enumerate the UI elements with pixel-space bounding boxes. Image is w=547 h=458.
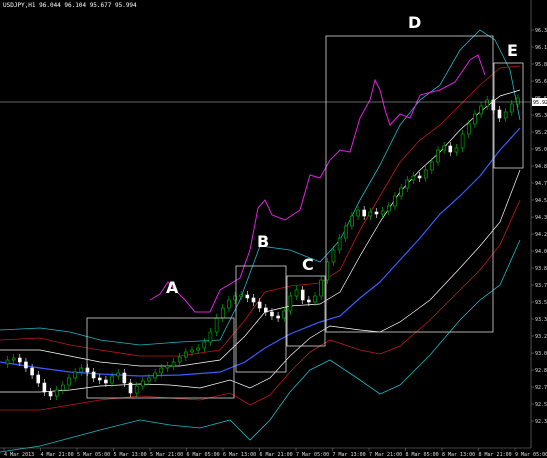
price-tick-label: 92.395 — [535, 419, 547, 425]
price-tick-label: 94.210 — [535, 232, 547, 238]
price-tick-label: 93.220 — [535, 334, 547, 340]
price-tick-label: 92.725 — [535, 385, 547, 391]
current-price-label: 95.924 — [533, 100, 547, 106]
time-tick-label: 5 Mar 05:00 — [77, 452, 110, 458]
price-tick-label: 93.715 — [535, 283, 547, 289]
time-tick-label: 5 Mar 21:00 — [150, 452, 183, 458]
annotation-label-b: B — [257, 232, 269, 251]
price-tick-label: 93.055 — [535, 351, 547, 357]
price-tick-label: 96.190 — [535, 45, 547, 51]
price-tick-label: 95.695 — [535, 79, 547, 85]
price-tick-label: 93.550 — [535, 300, 547, 306]
annotation-label-a: A — [166, 278, 179, 297]
time-tick-label: 6 Mar 13:00 — [223, 452, 256, 458]
annotation-label-d: D — [408, 13, 421, 32]
time-tick-label: 9 Mar 05:00 — [515, 452, 547, 458]
price-chart[interactable]: ABCDE 96.35596.19095.86095.69595.53095.3… — [0, 0, 547, 458]
time-tick-label: 7 Mar 05:00 — [296, 452, 329, 458]
price-tick-label: 95.860 — [535, 62, 547, 68]
time-tick-label: 7 Mar 13:00 — [333, 452, 366, 458]
price-tick-label: 94.705 — [535, 181, 547, 187]
price-tick-label: 92.560 — [535, 402, 547, 408]
time-tick-label: 6 Mar 21:00 — [260, 452, 293, 458]
annotation-label-e: E — [507, 41, 518, 60]
time-tick-label: 8 Mar 21:00 — [479, 452, 512, 458]
annotation-label-c: C — [302, 255, 314, 274]
time-tick-label: 7 Mar 21:00 — [369, 452, 402, 458]
price-tick-label: 96.355 — [535, 28, 547, 34]
time-tick-label: 4 Mar 21:00 — [41, 452, 74, 458]
time-tick-label: 8 Mar 13:00 — [442, 452, 475, 458]
price-tick-label: 94.045 — [535, 249, 547, 255]
price-tick-label: 94.375 — [535, 215, 547, 221]
time-tick-label: 6 Mar 05:00 — [187, 452, 220, 458]
price-tick-label: 93.880 — [535, 266, 547, 272]
chart-header: USDJPY,H1 96.044 96.104 95.677 95.994 — [3, 2, 137, 9]
price-tick-label: 93.385 — [535, 317, 547, 323]
time-tick-label: 8 Mar 05:00 — [406, 452, 439, 458]
price-tick-label: 95.035 — [535, 147, 547, 153]
price-tick-label: 95.200 — [535, 130, 547, 136]
price-tick-label: 94.540 — [535, 198, 547, 204]
price-tick-label: 95.365 — [535, 113, 547, 119]
price-tick-label: 92.890 — [535, 368, 547, 374]
time-tick-label: 5 Mar 13:00 — [114, 452, 147, 458]
price-tick-label: 94.870 — [535, 164, 547, 170]
time-tick-label: 4 Mar 2013 — [4, 452, 34, 458]
